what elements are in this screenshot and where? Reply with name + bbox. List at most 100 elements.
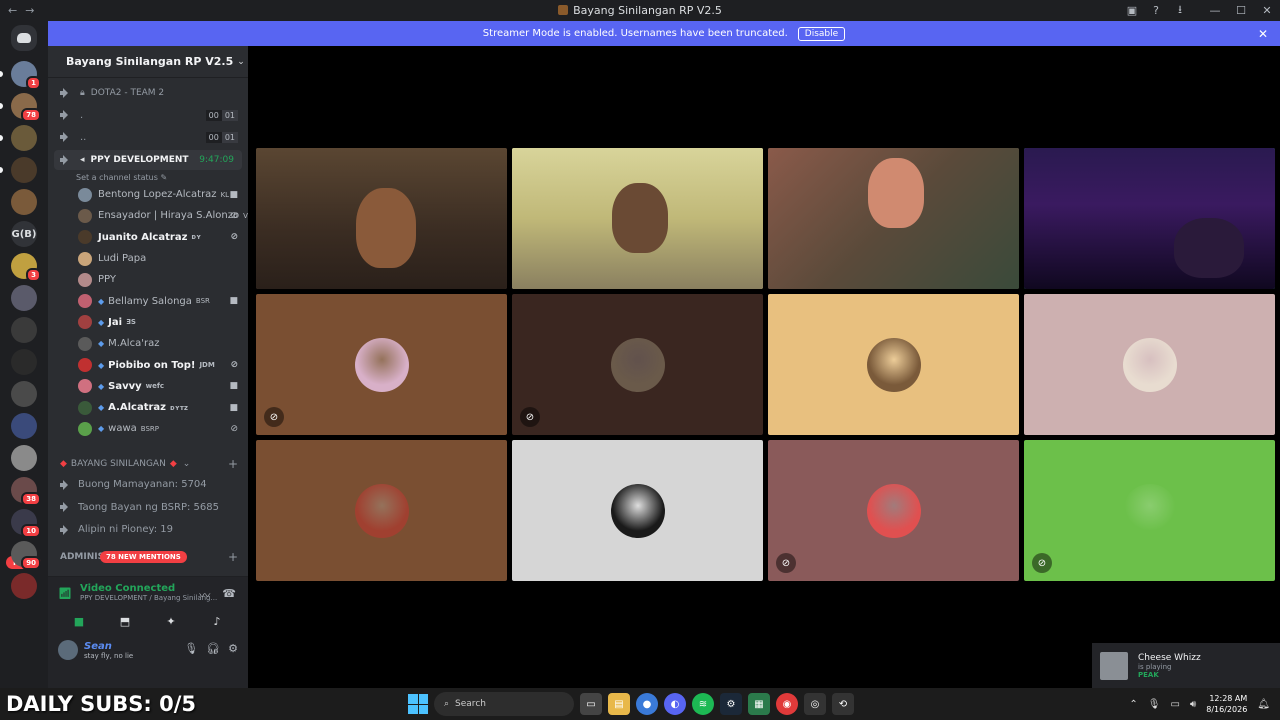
video-tile-avatar[interactable]: ⊘: [768, 440, 1019, 581]
stat-channel[interactable]: Buong Mamayanan: 5704: [48, 474, 248, 497]
voice-member[interactable]: Ensayador | Hiraya S.Alonzo V ⊘: [48, 205, 248, 226]
app-icon[interactable]: ⟲: [832, 693, 854, 715]
voice-member[interactable]: Bentong Lopez-Alcatraz KL ■: [48, 184, 248, 205]
guild-header[interactable]: Bayang Sinilangan RP V2.5 ⌄ ⚇: [48, 46, 262, 78]
voice-member[interactable]: ◆ Bellamy Salonga BSR ■: [48, 290, 248, 311]
voice-channel-dotdot[interactable]: .. 00 01: [48, 126, 248, 148]
stat-channel[interactable]: Alipin ni Pioney: 19: [48, 519, 248, 542]
server-icon-12[interactable]: [11, 413, 37, 439]
voice-member[interactable]: ◆ Savvy wefc ■: [48, 376, 248, 397]
back-arrow-icon[interactable]: ←: [8, 4, 17, 17]
video-tile-camera[interactable]: [512, 148, 763, 289]
server-icon-1[interactable]: 1: [11, 61, 41, 90]
voice-member[interactable]: PPY: [48, 269, 248, 290]
noise-suppression-icon[interactable]: 〰: [199, 587, 210, 603]
signal-icon[interactable]: 📶︎: [58, 587, 72, 600]
server-icon-7[interactable]: 3: [11, 253, 41, 282]
set-channel-status[interactable]: Set a channel status ✎: [48, 170, 248, 184]
notification-bell-icon[interactable]: 🔔︎: [1257, 699, 1270, 710]
steam-icon[interactable]: ⚙: [720, 693, 742, 715]
video-tile-avatar[interactable]: ⊘: [256, 294, 507, 435]
video-tile-camera[interactable]: [768, 148, 1019, 289]
spotify-icon[interactable]: ≋: [692, 693, 714, 715]
username[interactable]: Sean: [84, 641, 133, 652]
server-icon-4[interactable]: [11, 157, 37, 183]
server-icon-9[interactable]: [11, 317, 37, 343]
server-icon-17[interactable]: [11, 573, 37, 599]
voice-member[interactable]: ◆ wawa BSRP ⊘: [48, 418, 248, 439]
minimize-button[interactable]: —: [1202, 0, 1228, 21]
server-icon-13[interactable]: [11, 445, 37, 471]
voice-member[interactable]: Juanito Alcatraz ᴅʏ ⊘: [48, 227, 248, 248]
video-tile-avatar[interactable]: [512, 440, 763, 581]
server-icon-3[interactable]: [11, 125, 37, 151]
taskbar-search[interactable]: ⌕ Search: [434, 692, 574, 716]
category-bayang-sinilangan[interactable]: ◆ BAYANG SINILANGAN ◆ ⌄ +: [48, 454, 248, 474]
discord-home-icon[interactable]: [11, 25, 37, 51]
add-channel-icon[interactable]: +: [228, 550, 238, 564]
activities-button[interactable]: ✦: [151, 612, 191, 630]
chrome-icon[interactable]: ●: [636, 693, 658, 715]
stat-channel[interactable]: Taong Bayan ng BSRP: 5685: [48, 496, 248, 519]
headphones-icon[interactable]: 🎧︎: [206, 642, 220, 655]
avatar[interactable]: [58, 640, 78, 660]
add-channel-icon[interactable]: +: [228, 457, 238, 471]
camera-button[interactable]: ■: [59, 612, 99, 630]
clock[interactable]: 12:28 AM 8/16/2026: [1206, 693, 1247, 715]
close-banner-icon[interactable]: ✕: [1258, 27, 1268, 41]
recorder-icon[interactable]: ◉: [776, 693, 798, 715]
participant-avatar: [1122, 337, 1177, 392]
help-icon[interactable]: ?: [1144, 0, 1168, 21]
task-view-icon[interactable]: ▭: [580, 693, 602, 715]
windows-start-icon[interactable]: [408, 694, 428, 714]
video-tile-avatar[interactable]: ⊘: [512, 294, 763, 435]
voice-member[interactable]: Ludi Papa: [48, 248, 248, 269]
voice-member[interactable]: ◆ M.Alca'raz: [48, 333, 248, 354]
microphone-icon[interactable]: 🎙︎: [1148, 699, 1161, 710]
video-tile-camera[interactable]: [1024, 148, 1275, 289]
volume-icon[interactable]: 🔊︎: [1190, 699, 1196, 710]
server-icon-15[interactable]: 10: [11, 509, 41, 538]
download-icon[interactable]: ⭳: [1168, 0, 1192, 21]
screen-share-button[interactable]: ⬒: [105, 612, 145, 630]
video-tile-avatar[interactable]: [1024, 294, 1275, 435]
inbox-icon[interactable]: ▣: [1120, 0, 1144, 21]
obs-icon[interactable]: ◎: [804, 693, 826, 715]
server-icon-16[interactable]: 90: [11, 541, 41, 570]
forward-arrow-icon[interactable]: →: [25, 4, 34, 17]
new-mentions-pill[interactable]: 78 NEW MENTIONS: [100, 551, 187, 564]
activity-notification[interactable]: Cheese Whizz is playing PEAK: [1092, 643, 1280, 688]
sheets-icon[interactable]: ▦: [748, 693, 770, 715]
category-administr[interactable]: ADMINISTR 78 NEW MENTIONS +: [48, 547, 248, 567]
voice-member[interactable]: ◆ A.Alcatraz ᴅʏᴛᴢ ■: [48, 397, 248, 418]
soundboard-button[interactable]: ♪: [197, 612, 237, 630]
video-tile-camera[interactable]: [256, 148, 507, 289]
voice-channel-dota[interactable]: 🔒︎ DOTA2 - TEAM 2: [48, 82, 248, 104]
server-icon-6[interactable]: G(B): [11, 221, 37, 247]
network-icon[interactable]: ▭: [1171, 699, 1180, 710]
server-icon-14[interactable]: 38: [11, 477, 41, 506]
maximize-button[interactable]: ☐: [1228, 0, 1254, 21]
microphone-icon[interactable]: 🎙︎: [184, 642, 198, 655]
close-button[interactable]: ✕: [1254, 0, 1280, 21]
video-tile-avatar[interactable]: [768, 294, 1019, 435]
file-explorer-icon[interactable]: ▤: [608, 693, 630, 715]
server-icon-5[interactable]: [11, 189, 37, 215]
chevron-up-icon[interactable]: ⌃: [1129, 699, 1137, 710]
discord-icon[interactable]: ◐: [664, 693, 686, 715]
video-tile-avatar[interactable]: ⊘: [1024, 440, 1275, 581]
disconnect-icon[interactable]: ☎: [222, 587, 236, 603]
server-icon-11[interactable]: [11, 381, 37, 407]
gear-icon[interactable]: ⚙: [228, 642, 238, 655]
server-icon-8[interactable]: [11, 285, 37, 311]
server-icon-10[interactable]: [11, 349, 37, 375]
server-icon-2[interactable]: 78: [11, 93, 41, 122]
voice-member[interactable]: ◆ Piobibo on Top! JDM ⊘: [48, 354, 248, 375]
voice-channel-dot[interactable]: . 00 01: [48, 104, 248, 126]
voice-channel-ppy-development[interactable]: ◂ PPY DEVELOPMENT 9:47:09: [54, 150, 242, 170]
unread-pip: [0, 103, 3, 109]
video-tile-avatar[interactable]: [256, 440, 507, 581]
voice-member[interactable]: ◆ Jai ƎS: [48, 312, 248, 333]
disable-streamer-mode-button[interactable]: Disable: [797, 26, 846, 41]
voice-location[interactable]: PPY DEVELOPMENT / Bayang Sinilang...: [80, 594, 217, 602]
